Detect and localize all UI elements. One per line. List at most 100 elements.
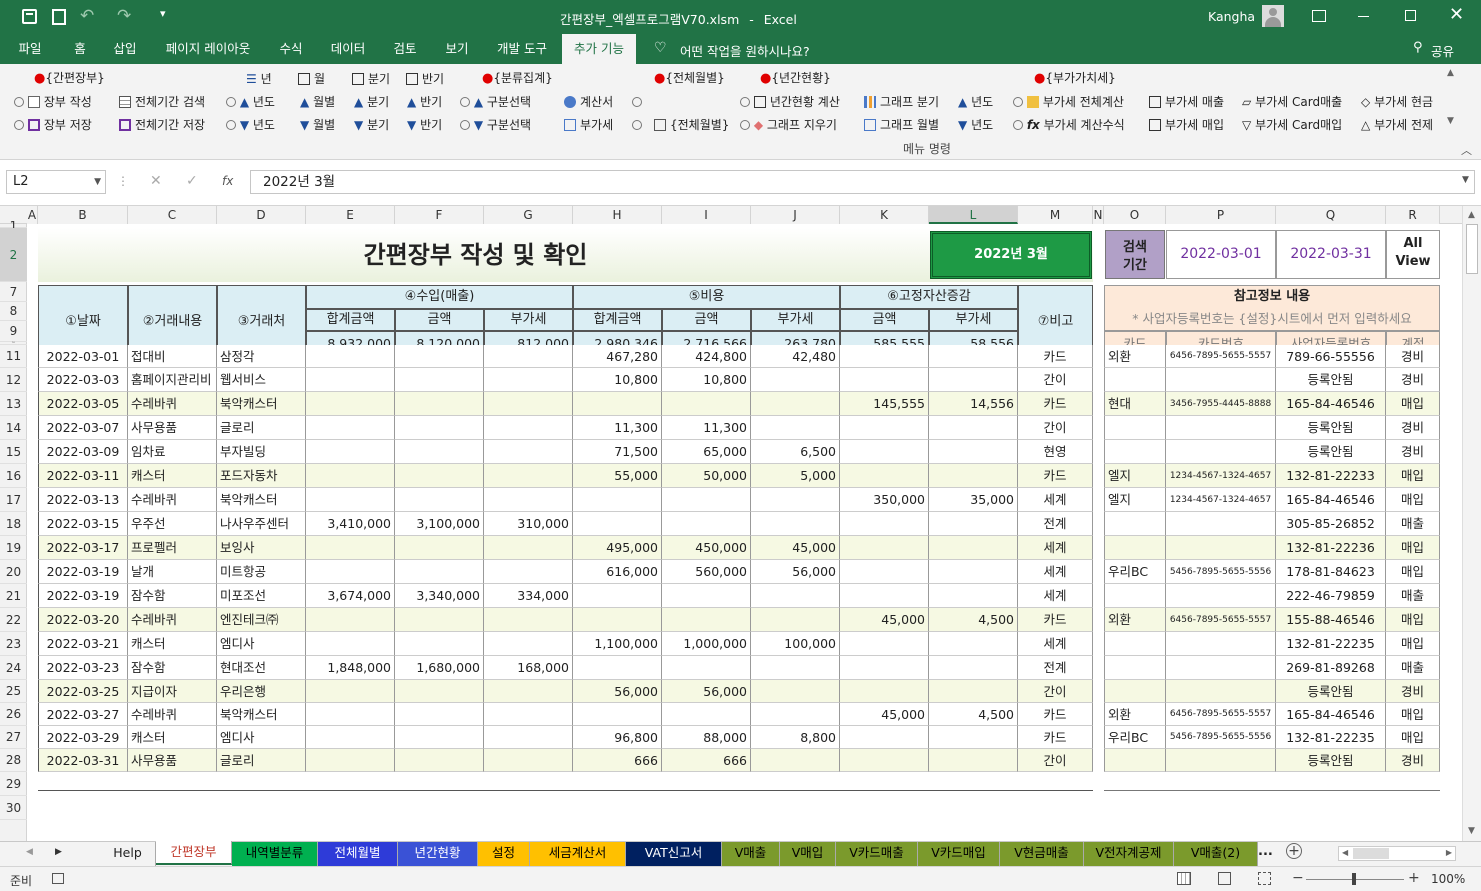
ref-cell[interactable]: 경비: [1386, 345, 1440, 368]
ref-cell[interactable]: 외환: [1104, 703, 1166, 726]
table-cell[interactable]: 카드: [1018, 703, 1093, 726]
ref-cell[interactable]: 매입: [1386, 536, 1440, 560]
ref-cell[interactable]: 매입: [1386, 632, 1440, 656]
table-cell[interactable]: 10,800: [573, 368, 662, 392]
table-cell[interactable]: [929, 632, 1018, 656]
hscroll-right-icon[interactable]: ▶: [1446, 848, 1452, 857]
period-quarter-button[interactable]: 분기: [352, 70, 390, 88]
ref-cell[interactable]: [1104, 440, 1166, 464]
zoom-level[interactable]: 100%: [1431, 872, 1465, 886]
table-cell[interactable]: [395, 560, 484, 584]
ref-cell[interactable]: 165-84-46546: [1276, 392, 1386, 416]
table-cell[interactable]: 71,500: [573, 440, 662, 464]
table-cell[interactable]: [751, 749, 840, 772]
ref-cell[interactable]: [1166, 680, 1276, 703]
table-cell[interactable]: [751, 703, 840, 726]
table-cell[interactable]: 북악캐스터: [217, 392, 306, 416]
table-cell[interactable]: 4,500: [929, 703, 1018, 726]
table-cell[interactable]: [662, 392, 751, 416]
table-cell[interactable]: 2022-03-13: [38, 488, 128, 512]
table-cell[interactable]: [929, 656, 1018, 680]
table-cell[interactable]: [306, 726, 395, 749]
table-cell[interactable]: 1,000,000: [662, 632, 751, 656]
table-cell[interactable]: [484, 536, 573, 560]
ref-cell[interactable]: 매입: [1386, 464, 1440, 488]
table-cell[interactable]: [395, 536, 484, 560]
graph-month-button[interactable]: 그래프 월별: [864, 116, 939, 134]
ribbon-scroll-up-icon[interactable]: ▲: [1447, 68, 1454, 78]
table-cell[interactable]: 카드: [1018, 392, 1093, 416]
table-cell[interactable]: 10,800: [662, 368, 751, 392]
ref-cell[interactable]: [1166, 632, 1276, 656]
table-cell[interactable]: 2022-03-09: [38, 440, 128, 464]
table-cell[interactable]: 495,000: [573, 536, 662, 560]
table-cell[interactable]: 우리은행: [217, 680, 306, 703]
ref-cell[interactable]: [1166, 749, 1276, 772]
table-cell[interactable]: 세계: [1018, 632, 1093, 656]
maximize-icon[interactable]: [1405, 10, 1416, 21]
table-cell[interactable]: 45,000: [751, 536, 840, 560]
tab-view[interactable]: 보기: [436, 34, 478, 64]
ref-cell[interactable]: [1104, 680, 1166, 703]
tab-file[interactable]: 파일: [8, 34, 52, 64]
ref-cell[interactable]: 789-66-55556: [1276, 345, 1386, 368]
month-down-button[interactable]: ▼ 월별: [300, 116, 335, 134]
hscroll-thumb[interactable]: [1353, 848, 1389, 859]
table-cell[interactable]: 세계: [1018, 584, 1093, 608]
table-cell[interactable]: [484, 703, 573, 726]
table-cell[interactable]: [306, 536, 395, 560]
table-cell[interactable]: [751, 368, 840, 392]
customize-qat-icon[interactable]: ▾: [160, 7, 166, 20]
half-down-button[interactable]: ▼ 반기: [407, 116, 442, 134]
table-cell[interactable]: 3,340,000: [395, 584, 484, 608]
annual-year-down-button[interactable]: ▼ 년도: [958, 116, 993, 134]
table-cell[interactable]: [484, 608, 573, 632]
table-cell[interactable]: [929, 749, 1018, 772]
year-up-button[interactable]: ▲ 년도: [226, 93, 275, 111]
table-cell[interactable]: [306, 749, 395, 772]
table-cell[interactable]: [573, 703, 662, 726]
table-cell[interactable]: 3,674,000: [306, 584, 395, 608]
table-cell[interactable]: [662, 703, 751, 726]
enter-icon[interactable]: ✓: [186, 173, 198, 189]
table-cell[interactable]: 세계: [1018, 560, 1093, 584]
table-cell[interactable]: [395, 632, 484, 656]
period-month-button[interactable]: 월: [298, 70, 325, 88]
table-cell[interactable]: 42,480: [751, 345, 840, 368]
sheet-tab-10[interactable]: V카드매출: [836, 842, 918, 866]
table-cell[interactable]: [306, 416, 395, 440]
table-cell[interactable]: 현대조선: [217, 656, 306, 680]
table-cell[interactable]: 수레바퀴: [128, 703, 217, 726]
table-cell[interactable]: 55,000: [573, 464, 662, 488]
tab-scroll-left-icon[interactable]: ◀: [26, 847, 33, 857]
table-cell[interactable]: 424,800: [662, 345, 751, 368]
table-cell[interactable]: [306, 608, 395, 632]
more-tabs-ellipsis[interactable]: ...: [1258, 844, 1273, 859]
table-cell[interactable]: [662, 656, 751, 680]
share-button[interactable]: 공유: [1431, 41, 1454, 60]
close-icon[interactable]: ✕: [1449, 4, 1464, 25]
ref-cell[interactable]: 외환: [1104, 608, 1166, 632]
page-layout-icon[interactable]: [1218, 872, 1231, 885]
table-cell[interactable]: [395, 749, 484, 772]
ref-cell[interactable]: 경비: [1386, 416, 1440, 440]
table-cell[interactable]: [573, 488, 662, 512]
table-cell[interactable]: 잠수함: [128, 656, 217, 680]
graph-erase-button[interactable]: ◆ 그래프 지우기: [740, 116, 837, 134]
vat-buy-button[interactable]: 부가세 매입: [1149, 116, 1224, 134]
ref-cell[interactable]: [1104, 656, 1166, 680]
table-cell[interactable]: 2022-03-07: [38, 416, 128, 440]
share-icon[interactable]: ⚲: [1413, 40, 1423, 55]
table-cell[interactable]: 엔진테크㈜: [217, 608, 306, 632]
table-cell[interactable]: 웹서비스: [217, 368, 306, 392]
sheet-tab-8[interactable]: V매출: [722, 842, 780, 866]
normal-view-icon[interactable]: [1177, 872, 1191, 885]
table-cell[interactable]: 임차료: [128, 440, 217, 464]
table-cell[interactable]: [929, 368, 1018, 392]
ref-cell[interactable]: 5456-7895-5655-5556: [1166, 726, 1276, 749]
sheet-tab-4[interactable]: 년간현황: [398, 842, 478, 866]
ref-cell[interactable]: 6456-7895-5655-5557: [1166, 703, 1276, 726]
table-cell[interactable]: 2022-03-19: [38, 560, 128, 584]
vat-sale-button[interactable]: 부가세 매출: [1149, 93, 1224, 111]
vertical-scrollbar[interactable]: ▲ ▼: [1462, 206, 1481, 841]
